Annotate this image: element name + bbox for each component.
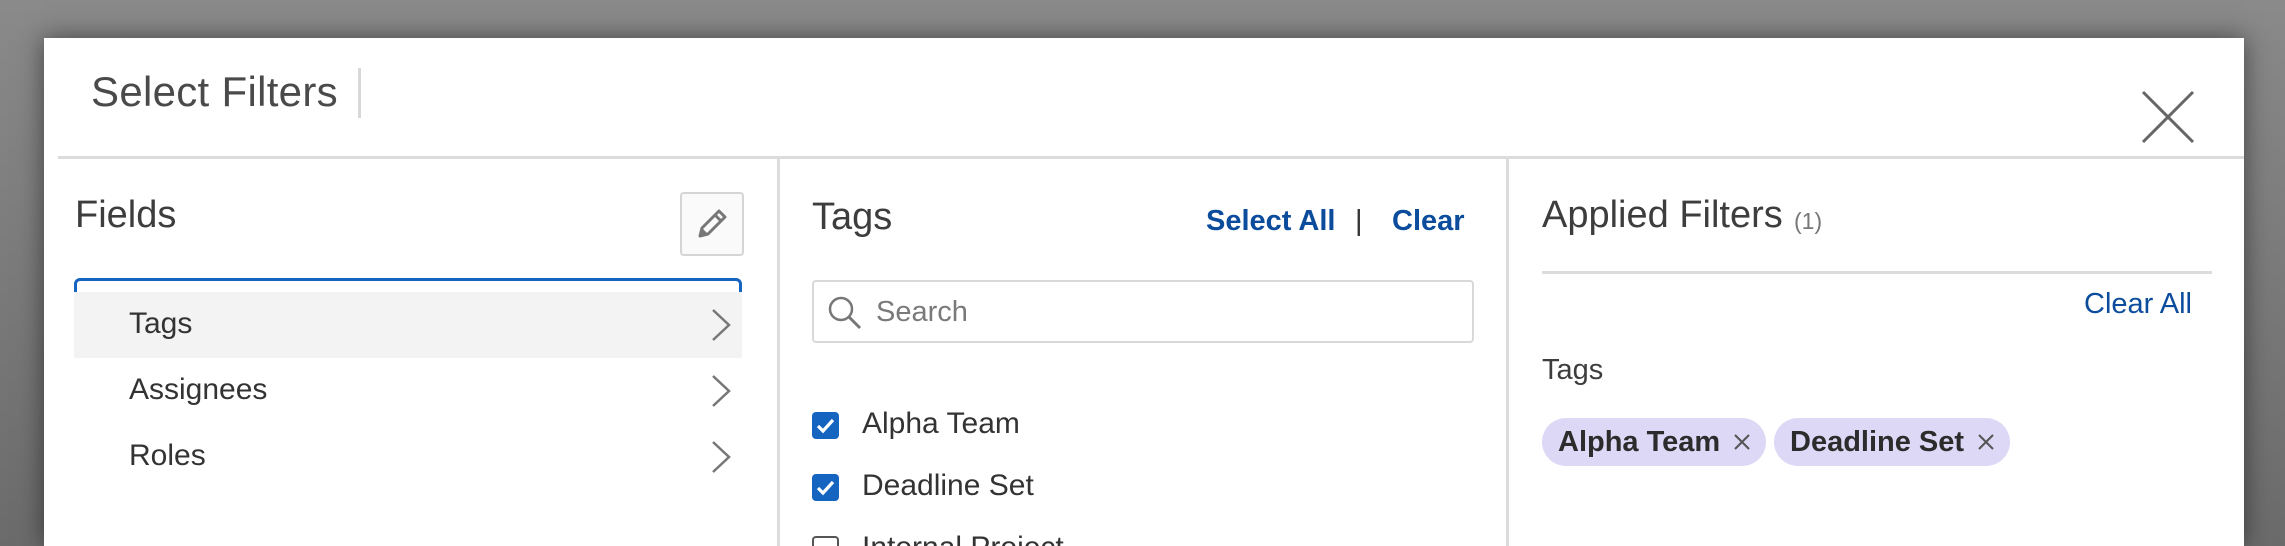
tag-option-label: Internal Project [862,531,1064,546]
title-divider [358,68,361,118]
field-item-tags[interactable]: Tags [74,292,742,358]
tag-search-input[interactable] [876,291,1456,333]
tag-search-box [812,280,1474,343]
remove-chip-button[interactable] [1732,432,1752,452]
x-icon [1978,434,1994,450]
field-item-assignees[interactable]: Assignees [74,358,742,424]
pencil-icon [698,209,727,238]
field-item-label: Tags [129,307,193,340]
chevron-right-icon [710,374,732,413]
tags-panel-title: Tags [812,196,893,238]
filter-chip-deadline-set: Deadline Set [1774,418,2011,466]
column-divider [1506,159,1509,546]
modal-header: Select Filters [44,38,2244,158]
x-icon [1734,434,1750,450]
tag-option-label: Alpha Team [862,407,1020,440]
tag-option-label: Deadline Set [862,469,1034,502]
column-divider [777,159,780,546]
applied-group-label: Tags [1542,354,1604,386]
remove-chip-button[interactable] [1976,432,1996,452]
chevron-right-icon [710,308,732,347]
close-button[interactable] [2137,86,2199,148]
field-item-label: Roles [129,439,206,472]
fields-panel-title: Fields [75,194,177,236]
checkbox-checked[interactable] [812,474,839,501]
filter-chip-alpha-team: Alpha Team [1542,418,1767,466]
chip-label: Alpha Team [1558,425,1721,458]
chevron-right-icon [710,440,732,479]
header-divider [58,156,2244,159]
applied-filters-count: (1) [1794,208,1823,234]
checkbox-checked[interactable] [812,412,839,439]
field-item-label: Assignees [129,373,268,406]
checkbox-unchecked[interactable] [812,536,839,546]
clear-link[interactable]: Clear [1392,205,1465,238]
select-filters-modal: Select Filters Fields Tags [44,38,2244,546]
modal-title: Select Filters [91,68,338,115]
search-icon [826,294,864,337]
link-separator: | [1355,205,1363,237]
field-item-roles[interactable]: Roles [74,424,742,490]
select-all-link[interactable]: Select All [1206,205,1335,238]
clear-all-link[interactable]: Clear All [2084,288,2192,321]
edit-fields-button[interactable] [680,192,744,256]
applied-divider [1542,271,2212,274]
close-icon [2141,90,2195,144]
chip-label: Deadline Set [1790,425,1965,458]
applied-filters-title: Applied Filters [1542,194,1783,236]
